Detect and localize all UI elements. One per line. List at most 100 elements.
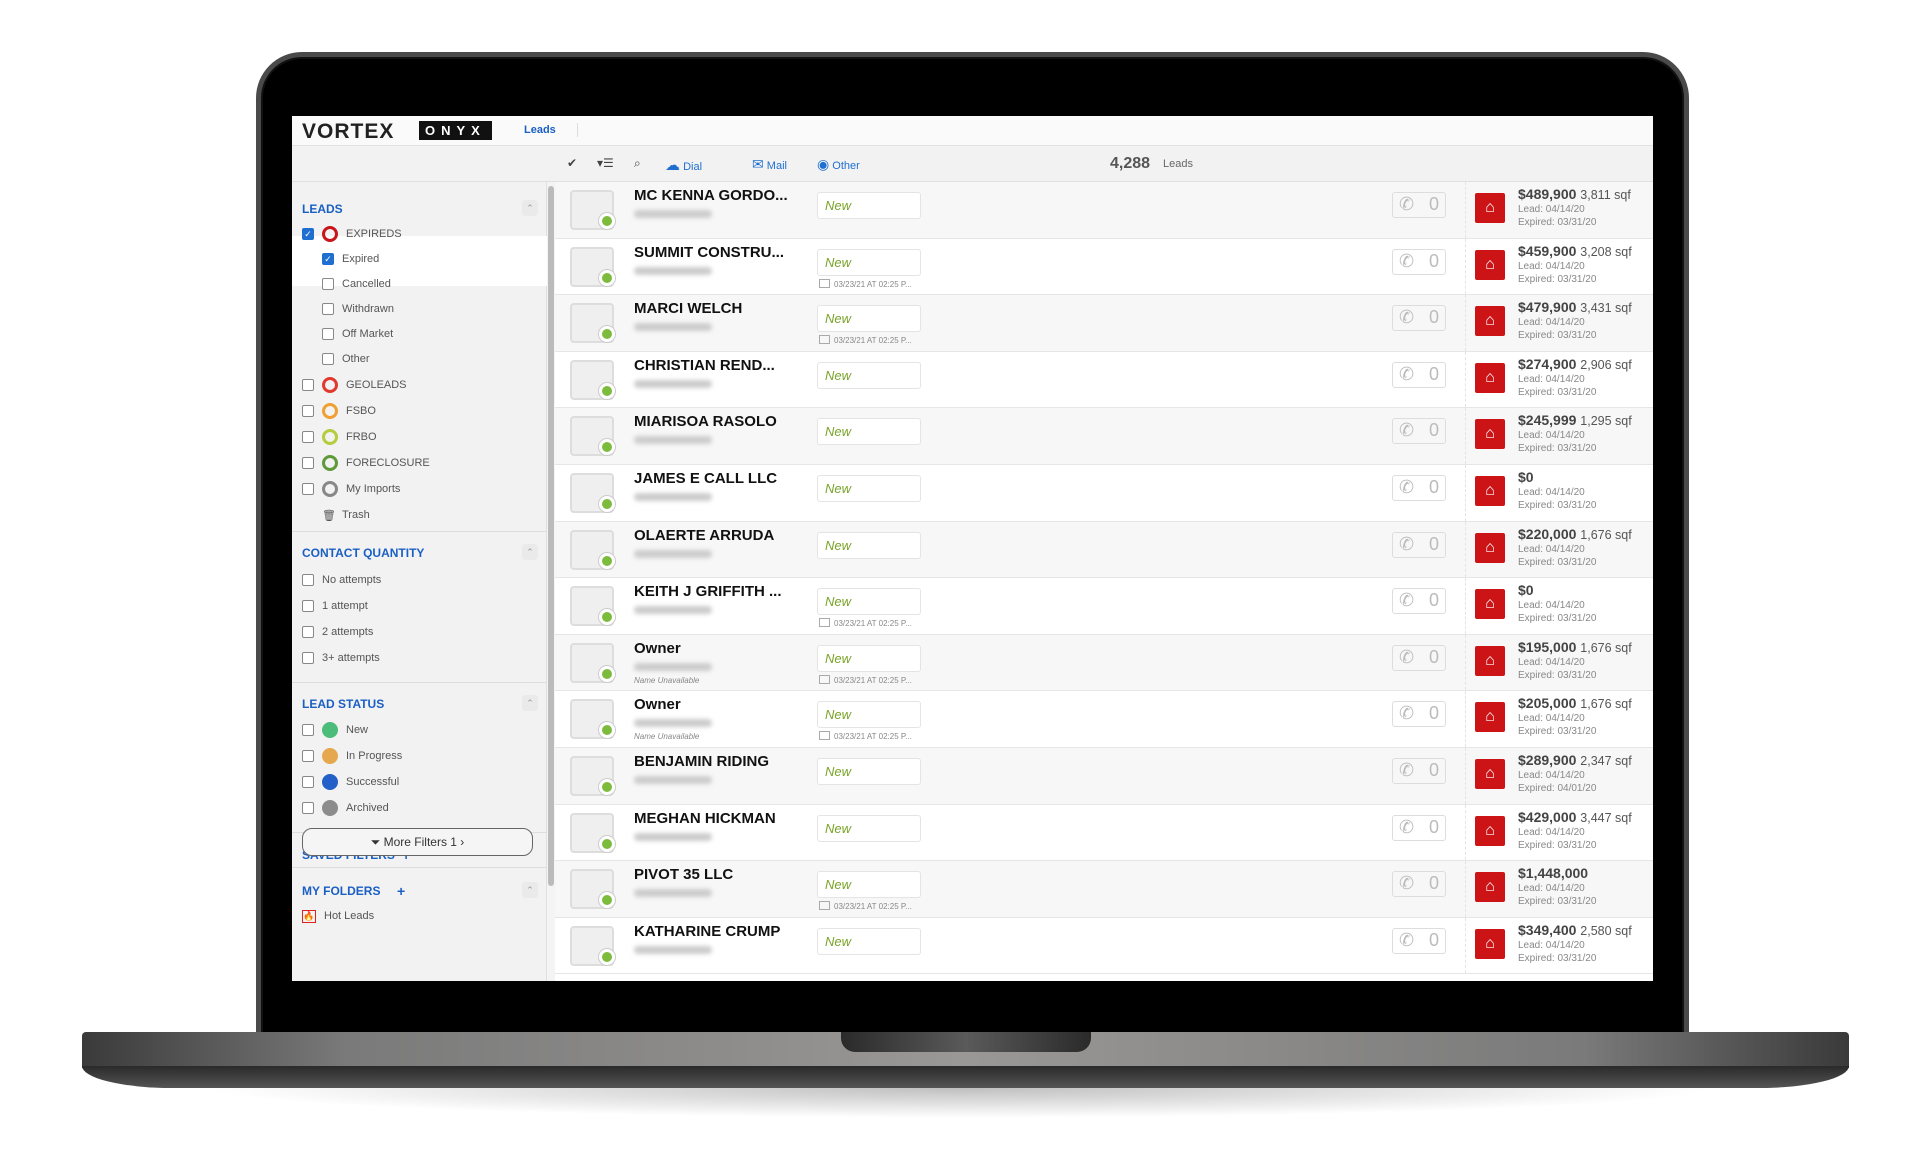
lead-row[interactable]: MC KENNA GORDO... New ✆ 0 ⌂ $489,900 3,811 sq… xyxy=(555,182,1653,239)
collapse-icon[interactable]: ⌃ xyxy=(522,200,538,216)
checkbox[interactable] xyxy=(302,483,314,495)
lead-name[interactable]: CHRISTIAN REND... xyxy=(634,357,775,374)
checkbox[interactable] xyxy=(322,303,334,315)
status-field[interactable]: New xyxy=(817,758,921,785)
lead-row[interactable]: CHRISTIAN REND... New ✆ 0 ⌂ $274,900 2,906 sq… xyxy=(555,351,1653,409)
status-field[interactable]: New xyxy=(817,248,921,276)
sidebar-item-withdrawn[interactable]: Withdrawn xyxy=(322,299,394,319)
status-field[interactable]: New xyxy=(817,644,921,672)
lead-name[interactable]: JAMES E CALL LLC xyxy=(634,470,777,487)
lead-row[interactable]: PIVOT 35 LLC New 03/23/21 AT 02:25 P... ✆ 0 ⌂… xyxy=(555,861,1653,918)
status-field[interactable]: New xyxy=(817,701,921,729)
sidebar-item-expired[interactable]: ✓ Expired xyxy=(322,249,379,269)
sidebar-item-foreclosure[interactable]: FORECLOSURE xyxy=(302,453,430,473)
lead-name[interactable]: BENJAMIN RIDING xyxy=(634,753,769,770)
checkbox[interactable] xyxy=(302,379,314,391)
lead-row[interactable]: MIARISOA RASOLO New ✆ 0 ⌂ $245,999 1,295 sqf L… xyxy=(555,408,1653,465)
checkbox[interactable] xyxy=(302,724,314,736)
lead-row[interactable]: JAMES E CALL LLC New ✆ 0 ⌂ $0 Lead: 04/14/20 E… xyxy=(555,465,1653,522)
sidebar-item-trash[interactable]: 🗑 Trash xyxy=(302,505,370,525)
status-field[interactable]: New xyxy=(817,418,921,446)
lead-row[interactable]: KEITH J GRIFFITH ... New 03/23/21 AT 02:25… xyxy=(555,578,1653,635)
sidebar-item-geoleads[interactable]: GEOLEADS xyxy=(302,375,407,395)
lead-row[interactable]: BENJAMIN RIDING New ✆ 0 ⌂ $289,900 2,347 sqf L… xyxy=(555,748,1653,805)
checkbox[interactable] xyxy=(322,353,334,365)
status-filter-item[interactable]: Successful xyxy=(302,772,399,792)
status-field[interactable]: New xyxy=(817,531,921,559)
call-attempts-button[interactable]: ✆ 0 xyxy=(1392,531,1446,558)
lead-name[interactable]: KEITH J GRIFFITH ... xyxy=(634,583,782,600)
nav-leads[interactable]: Leads xyxy=(524,124,556,136)
lead-row[interactable]: KATHARINE CRUMP New ✆ 0 ⌂ $349,400 2,580 sqf L… xyxy=(555,917,1653,975)
status-field[interactable]: New xyxy=(817,475,921,502)
checkbox[interactable] xyxy=(302,802,314,814)
sidebar-item-my-imports[interactable]: My Imports xyxy=(302,479,400,499)
call-attempts-button[interactable]: ✆ 0 xyxy=(1392,588,1446,615)
status-field[interactable]: New xyxy=(817,871,921,899)
call-attempts-button[interactable]: ✆ 0 xyxy=(1392,192,1446,218)
checkbox[interactable] xyxy=(302,574,314,586)
folder-item[interactable]: 🔥 Hot Leads xyxy=(302,906,374,926)
sidebar-item-expireds[interactable]: ✓ EXPIREDS xyxy=(302,224,402,244)
lead-name[interactable]: MIARISOA RASOLO xyxy=(634,413,777,430)
checkbox[interactable] xyxy=(302,405,314,417)
checkbox[interactable] xyxy=(302,431,314,443)
status-field[interactable]: New xyxy=(817,588,921,616)
call-attempts-button[interactable]: ✆ 0 xyxy=(1392,418,1446,445)
contact-filter-item[interactable]: 3+ attempts xyxy=(302,648,380,668)
other-button[interactable]: ◉ Other xyxy=(817,156,860,173)
lead-row[interactable]: OLAERTE ARRUDA New ✆ 0 ⌂ $220,000 1,676 sqf Le… xyxy=(555,521,1653,579)
sidebar-item-other[interactable]: Other xyxy=(322,349,370,369)
call-attempts-button[interactable]: ✆ 0 xyxy=(1392,701,1446,728)
lead-row[interactable]: Owner Name Unavailable New 03/23/21 AT 02:2… xyxy=(555,634,1653,692)
status-field[interactable]: New xyxy=(817,305,921,333)
checkbox[interactable] xyxy=(322,278,334,290)
status-field[interactable]: New xyxy=(817,192,921,219)
status-filter-item[interactable]: Archived xyxy=(302,798,389,818)
contact-filter-item[interactable]: 1 attempt xyxy=(302,596,368,616)
sidebar-item-cancelled[interactable]: Cancelled xyxy=(322,274,391,294)
sort-filter-icon[interactable]: ▾☰ xyxy=(597,156,614,170)
call-attempts-button[interactable]: ✆ 0 xyxy=(1392,644,1446,671)
checkbox[interactable] xyxy=(302,776,314,788)
checkbox[interactable] xyxy=(302,750,314,762)
lead-name[interactable]: MC KENNA GORDO... xyxy=(634,187,788,204)
add-folders-icon[interactable]: + xyxy=(397,883,405,899)
checkbox[interactable] xyxy=(302,600,314,612)
lead-name[interactable]: Owner xyxy=(634,696,681,713)
lead-row[interactable]: MARCI WELCH New 03/23/21 AT 02:25 P... ✆ 0 ⌂ $… xyxy=(555,295,1653,352)
call-attempts-button[interactable]: ✆ 0 xyxy=(1392,758,1446,784)
lead-name[interactable]: Owner xyxy=(634,640,681,657)
mail-button[interactable]: ✉ Mail xyxy=(752,156,787,173)
lead-name[interactable]: OLAERTE ARRUDA xyxy=(634,527,774,544)
checkbox[interactable] xyxy=(302,457,314,469)
status-filter-item[interactable]: In Progress xyxy=(302,746,402,766)
call-attempts-button[interactable]: ✆ 0 xyxy=(1392,871,1446,898)
collapse-icon[interactable]: ⌃ xyxy=(522,544,538,560)
more-filters-button[interactable]: ⏷ More Filters 1 › xyxy=(302,828,533,856)
sidebar-item-off-market[interactable]: Off Market xyxy=(322,324,393,344)
collapse-icon[interactable]: ⌃ xyxy=(522,882,538,898)
sidebar-scrollbar[interactable] xyxy=(548,186,554,886)
lead-name[interactable]: SUMMIT CONSTRU... xyxy=(634,244,784,261)
search-icon[interactable]: ⌕ xyxy=(634,156,641,171)
sidebar-item-fsbo[interactable]: FSBO xyxy=(302,401,376,421)
sidebar-item-frbo[interactable]: FRBO xyxy=(302,427,377,447)
lead-name[interactable]: MEGHAN HICKMAN xyxy=(634,810,776,827)
status-filter-item[interactable]: New xyxy=(302,720,368,740)
check-icon[interactable]: ✔ xyxy=(567,156,577,170)
contact-filter-item[interactable]: No attempts xyxy=(302,570,381,590)
checkbox[interactable] xyxy=(302,626,314,638)
lead-row[interactable]: SUMMIT CONSTRU... New 03/23/21 AT 02:25 P.… xyxy=(555,238,1653,296)
lead-name[interactable]: MARCI WELCH xyxy=(634,300,742,317)
status-field[interactable]: New xyxy=(817,927,921,955)
checkbox[interactable] xyxy=(322,328,334,340)
status-field[interactable]: New xyxy=(817,361,921,389)
call-attempts-button[interactable]: ✆ 0 xyxy=(1392,361,1446,388)
call-attempts-button[interactable]: ✆ 0 xyxy=(1392,248,1446,275)
call-attempts-button[interactable]: ✆ 0 xyxy=(1392,927,1446,954)
checkbox[interactable]: ✓ xyxy=(322,253,334,265)
lead-name[interactable]: PIVOT 35 LLC xyxy=(634,866,733,883)
checkbox[interactable] xyxy=(302,652,314,664)
collapse-icon[interactable]: ⌃ xyxy=(522,695,538,711)
